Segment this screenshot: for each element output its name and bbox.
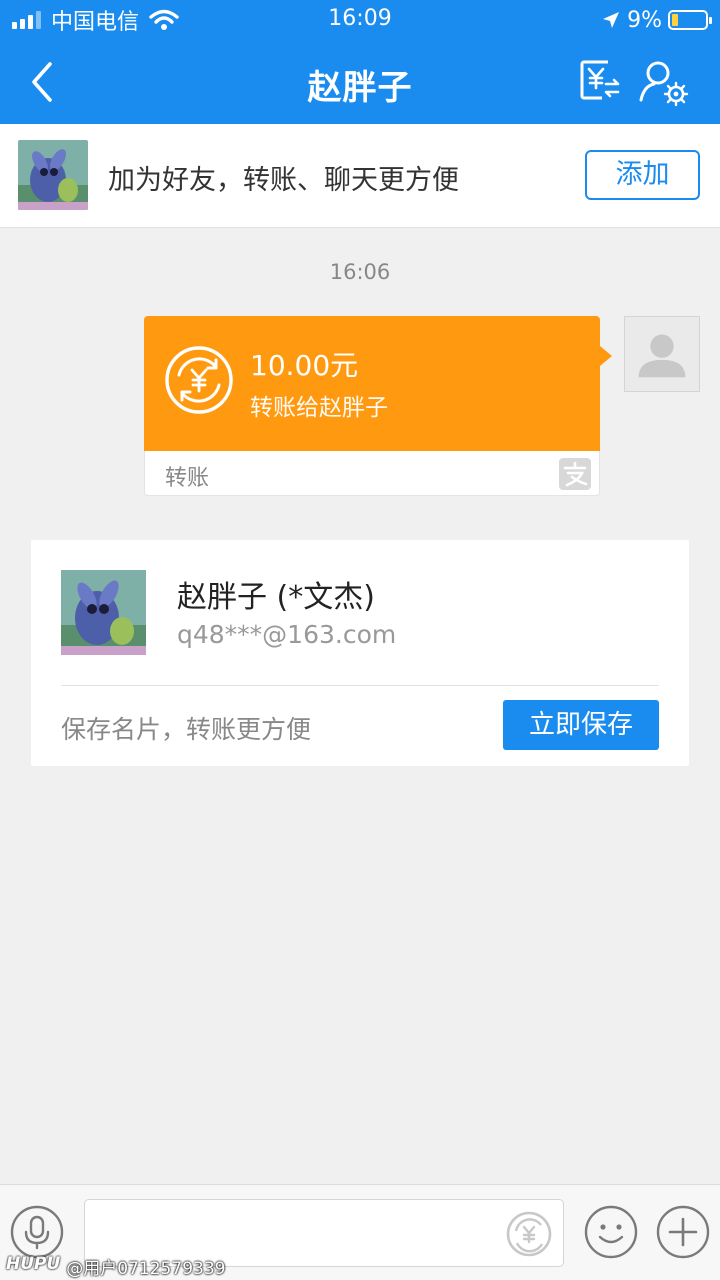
card-divider [61,685,659,686]
transfer-coin-icon [165,346,233,414]
bubble-tail [600,346,612,366]
status-bar: 中国电信 16:09 9% [0,0,720,40]
transfer-bubble-body: 10.00元 转账给赵胖子 [144,316,600,451]
battery-icon [668,10,712,30]
transfer-description: 转账给赵胖子 [250,395,388,421]
card-contact-name: 赵胖子 (*文杰) [177,580,375,615]
card-contact-email: q48***@163.com [177,620,397,649]
save-card-hint: 保存名片，转账更方便 [61,715,312,744]
transfer-coin-icon[interactable] [505,1210,553,1258]
transfer-yuan-icon[interactable] [578,58,622,102]
status-right: 9% [601,6,712,34]
plus-icon[interactable] [656,1205,710,1259]
contact-card[interactable]: 赵胖子 (*文杰) q48***@163.com 保存名片，转账更方便 立即保存 [31,540,689,766]
battery-percent: 9% [627,7,662,33]
transfer-amount: 10.00元 [250,349,359,382]
card-avatar [61,570,146,655]
location-arrow-icon [603,12,620,28]
contact-avatar[interactable] [18,140,88,210]
microphone-icon[interactable] [10,1205,64,1259]
watermark-brand: HUPU [6,1254,61,1274]
transfer-message-bubble[interactable]: 10.00元 转账给赵胖子 转账 [144,316,612,496]
add-friend-text: 加为好友，转账、聊天更方便 [108,165,459,196]
alipay-logo-icon [559,458,591,490]
transfer-type-label: 转账 [165,466,210,491]
message-timestamp: 16:06 [329,260,391,284]
add-friend-button[interactable]: 添加 [585,150,700,200]
my-avatar[interactable] [624,316,700,392]
emoji-icon[interactable] [584,1205,638,1259]
nav-bar: 赵胖子 [0,40,720,124]
user-settings-icon[interactable] [636,58,690,108]
watermark: HUPU @用户0712579339 [6,1254,225,1279]
transfer-bubble-footer: 转账 [144,451,600,496]
save-now-button[interactable]: 立即保存 [503,700,659,750]
add-friend-banner: 加为好友，转账、聊天更方便 添加 [0,124,720,228]
watermark-user: @用户0712579339 [66,1259,226,1279]
